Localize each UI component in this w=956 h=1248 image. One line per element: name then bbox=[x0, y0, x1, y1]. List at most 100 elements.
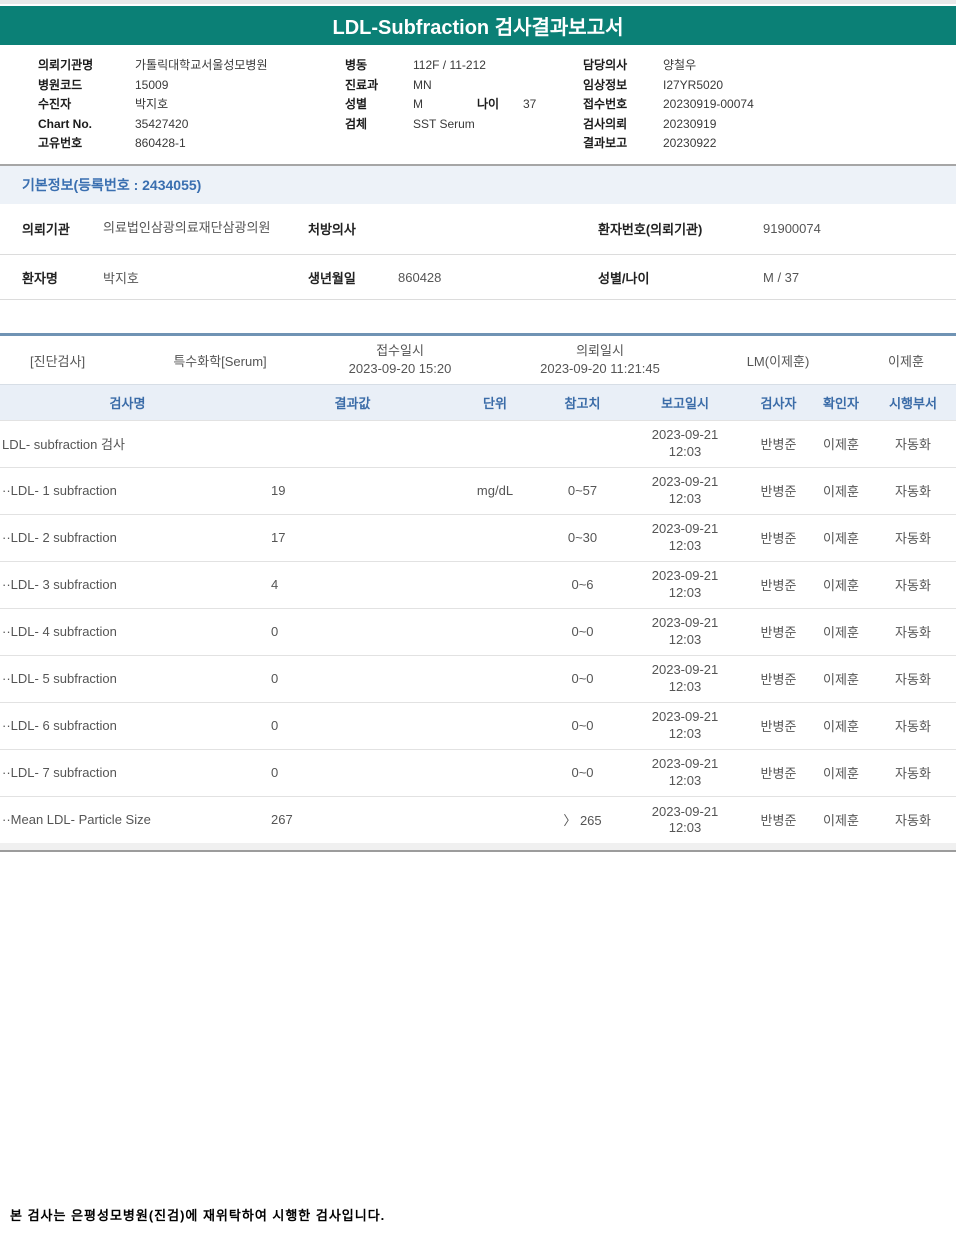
result-unit bbox=[450, 702, 540, 749]
result-value: 0 bbox=[271, 718, 279, 733]
order-summary-row: [진단검사] 특수화학[Serum] 접수일시 2023-09-20 15:20… bbox=[0, 336, 956, 385]
report-datetime: 2023-09-21 12:03 bbox=[625, 514, 745, 561]
table-row: ··LDL- 6 subfraction 0 0~0 2023-09-21 12… bbox=[0, 702, 956, 749]
header-field-label: 병동 bbox=[345, 58, 368, 72]
basic-info-section-header: 기본정보(등록번호 : 2434055) bbox=[0, 165, 956, 204]
field-label: 의뢰기관 bbox=[22, 222, 70, 238]
report-time: 12:03 bbox=[668, 819, 702, 835]
report-datetime: 2023-09-21 12:03 bbox=[625, 655, 745, 702]
result-unit bbox=[450, 514, 540, 561]
tester-name: 반병준 bbox=[760, 484, 797, 499]
department-name: 자동화 bbox=[895, 813, 931, 829]
header-field-value: SST Serum bbox=[413, 116, 475, 131]
header-field-label: 수진자 bbox=[38, 97, 72, 111]
header-field: Chart No. 35427420 bbox=[38, 115, 345, 135]
header-field: 결과보고 20230922 bbox=[583, 134, 956, 154]
header-field-value: M bbox=[413, 97, 423, 111]
header-field: 임상정보 I27YR5020 bbox=[583, 76, 956, 96]
column-header-report-dt: 보고일시 bbox=[661, 395, 709, 411]
field-label: 생년월일 bbox=[308, 270, 356, 286]
table-row: LDL- subfraction 검사 2023-09-21 12:03 반병준… bbox=[0, 420, 956, 467]
request-value: 2023-09-20 11:21:45 bbox=[540, 361, 660, 376]
page-title: LDL-Subfraction 검사결과보고서 bbox=[332, 17, 624, 39]
outsourcing-disclaimer: 본 검사는 은평성모병원(진검)에 재위탁하여 시행한 검사입니다. bbox=[10, 1208, 386, 1223]
report-date: 2023-09-21 bbox=[651, 474, 719, 490]
field-label: 환자명 bbox=[22, 270, 58, 286]
header-field-label: 진료과 bbox=[345, 77, 379, 92]
ordering-org-value: 의료법인삼광의료재단삼광의원 bbox=[103, 220, 271, 236]
header-field-label: 담당의사 bbox=[583, 58, 628, 72]
header-field-value: 박지호 bbox=[135, 97, 169, 111]
department-name: 자동화 bbox=[895, 719, 931, 734]
header-field: 고유번호 860428-1 bbox=[38, 134, 345, 154]
tester-name: 반병준 bbox=[760, 766, 797, 781]
department-name: 자동화 bbox=[895, 672, 931, 687]
result-value bbox=[255, 420, 450, 467]
result-unit bbox=[450, 655, 540, 702]
patient-header-left-column: 의뢰기관명 가톨릭대학교서울성모병원 병원코드 15009 수진자 박지호 Chart No… bbox=[0, 56, 345, 154]
department-name: 자동화 bbox=[895, 437, 931, 452]
table-row: ··LDL- 1 subfraction 19 mg/dL 0~57 2023-… bbox=[0, 467, 956, 514]
results-table: 검사명 결과값 단위 참고치 보고일시 검사자 확인자 시행부서 LDL- su… bbox=[0, 385, 956, 843]
test-name: ··LDL- 6 subfraction bbox=[2, 718, 117, 733]
report-datetime: 2023-09-21 12:03 bbox=[625, 702, 745, 749]
test-name: ··LDL- 3 subfraction bbox=[2, 577, 117, 592]
header-field-label: Chart No. bbox=[38, 116, 92, 131]
department-name: 자동화 bbox=[895, 625, 931, 640]
table-row: ··LDL- 4 subfraction 0 0~0 2023-09-21 12… bbox=[0, 608, 956, 655]
patient-header-middle-column: 병동 112F / 11-212 진료과 MN 성별 M 나이 37 검체 SST Serum bbox=[345, 56, 582, 154]
basic-info-table: 의뢰기관 의료법인삼광의료재단삼광의원 처방의사 환자번호(의뢰기관) 9190… bbox=[0, 204, 956, 301]
result-value: 0 bbox=[271, 671, 279, 686]
header-field-label: 고유번호 bbox=[38, 136, 83, 150]
table-row: ··LDL- 3 subfraction 4 0~6 2023-09-21 12… bbox=[0, 561, 956, 608]
confirmer-name: 이제훈 bbox=[823, 484, 859, 499]
reference-range: 0~30 bbox=[567, 530, 598, 545]
header-field: 담당의사 양철우 bbox=[583, 56, 956, 76]
tester-name: 반병준 bbox=[760, 578, 797, 593]
reference-range: 0~0 bbox=[571, 765, 594, 780]
header-field-label: 의뢰기관명 bbox=[38, 58, 94, 72]
basic-info-section-title: 기본정보(등록번호 : 2434055) bbox=[22, 176, 202, 193]
confirmer-name: 이제훈 bbox=[823, 672, 859, 687]
report-time: 12:03 bbox=[668, 678, 702, 694]
tester-name: 반병준 bbox=[760, 672, 797, 687]
department-name: 자동화 bbox=[895, 578, 931, 593]
report-date: 2023-09-21 bbox=[651, 568, 719, 584]
column-header-result: 결과값 bbox=[334, 395, 371, 411]
header-field-value: I27YR5020 bbox=[663, 77, 724, 92]
patient-header: 의뢰기관명 가톨릭대학교서울성모병원 병원코드 15009 수진자 박지호 Chart No… bbox=[0, 45, 956, 158]
tester-name: 반병준 bbox=[760, 437, 797, 452]
header-field-value: 20230919-00074 bbox=[663, 97, 754, 111]
result-value: 0 bbox=[271, 765, 279, 780]
report-date: 2023-09-21 bbox=[651, 662, 719, 678]
report-time: 12:03 bbox=[668, 490, 702, 506]
header-field-value: 20230922 bbox=[663, 136, 717, 150]
header-field-label: 검체 bbox=[345, 116, 368, 131]
field-value: M / 37 bbox=[763, 269, 800, 285]
field-value: 의료법인삼광의료재단삼광의원 bbox=[103, 204, 308, 255]
confirmer-name: 이제훈 bbox=[823, 437, 859, 452]
field-label: 처방의사 bbox=[308, 222, 356, 238]
department-name: 자동화 bbox=[895, 766, 931, 781]
test-name: ··LDL- 2 subfraction bbox=[2, 530, 117, 545]
column-header-confirmer: 확인자 bbox=[823, 395, 859, 411]
tester-name: 반병준 bbox=[760, 813, 797, 829]
test-name: ··LDL- 1 subfraction bbox=[2, 483, 117, 498]
field-value: 860428 bbox=[398, 269, 442, 285]
order-category: [진단검사] bbox=[30, 353, 86, 369]
report-page: LDL-Subfraction 검사결과보고서 의뢰기관명 가톨릭대학교서울성모병… bbox=[0, 0, 956, 1248]
header-field-value: 20230919 bbox=[663, 116, 717, 131]
reference-range: 0~57 bbox=[567, 483, 598, 498]
receipt-label: 접수일시 bbox=[376, 343, 424, 359]
header-field-label: 검사의뢰 bbox=[583, 116, 628, 131]
confirmer-name: 이제훈 bbox=[823, 625, 859, 640]
report-datetime: 2023-09-21 12:03 bbox=[625, 420, 745, 467]
header-field-value: 양철우 bbox=[663, 58, 697, 72]
report-time: 12:03 bbox=[668, 772, 702, 788]
header-field-value: 860428-1 bbox=[135, 136, 186, 150]
result-value: 267 bbox=[271, 812, 293, 828]
header-field-label: 나이 bbox=[477, 97, 500, 111]
tester-name: 반병준 bbox=[760, 625, 797, 640]
report-time: 12:03 bbox=[668, 631, 702, 647]
